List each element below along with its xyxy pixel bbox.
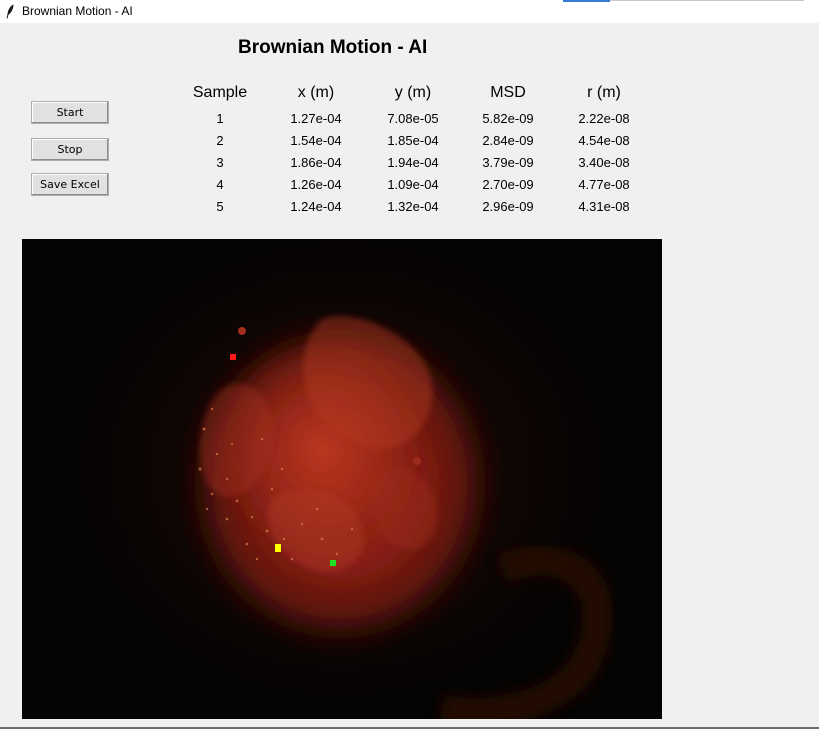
table-cell: 5.82e-09 [482,111,534,126]
microscope-frame [22,239,662,719]
titlebar-accent [563,0,610,2]
table-cell: 7.08e-05 [387,111,439,126]
table-cell: 3.40e-08 [578,155,630,170]
table-cell: 4.31e-08 [578,199,630,214]
table-cell: 1.27e-04 [290,111,342,126]
table-row: 1 1.27e-04 7.08e-05 5.82e-09 2.22e-08 [170,111,650,131]
table-row: 4 1.26e-04 1.09e-04 2.70e-09 4.77e-08 [170,177,650,197]
column-header-x: x (m) [297,84,335,101]
table-row: 2 1.54e-04 1.85e-04 2.84e-09 4.54e-08 [170,133,650,153]
titlebar-divider [610,0,804,1]
column-header-r: r (m) [587,84,621,101]
table-cell: 2 [216,133,224,148]
table-cell: 1.24e-04 [290,199,342,214]
window-title: Brownian Motion - AI [22,4,133,18]
red-particle-marker [230,354,236,360]
table-cell: 4.54e-08 [578,133,630,148]
column-header-sample: Sample [192,84,248,101]
table-cell: 1.94e-04 [387,155,439,170]
table-cell: 2.22e-08 [578,111,630,126]
table-cell: 1.09e-04 [387,177,439,192]
yellow-particle-marker [275,544,281,552]
column-header-msd: MSD [490,84,526,101]
start-button[interactable]: Start [31,101,109,124]
table-cell: 4 [216,177,224,192]
video-feed [22,239,662,719]
table-cell: 1.26e-04 [290,177,342,192]
column-header-y: y (m) [394,84,432,101]
table-cell: 2.70e-09 [482,177,534,192]
table-row: 3 1.86e-04 1.94e-04 3.79e-09 3.40e-08 [170,155,650,175]
table-cell: 1.85e-04 [387,133,439,148]
table-cell: 3 [216,155,224,170]
table-cell: 1.54e-04 [290,133,342,148]
table-header-row: Sample x (m) y (m) MSD r (m) [170,84,650,104]
page-title: Brownian Motion - AI [238,37,428,58]
save-excel-button[interactable]: Save Excel [31,173,109,196]
table-cell: 2.84e-09 [482,133,534,148]
feather-icon [6,4,14,19]
table-cell: 5 [216,199,224,214]
table-cell: 1.86e-04 [290,155,342,170]
table-cell: 1 [216,111,224,126]
table-cell: 3.79e-09 [482,155,534,170]
table-row: 5 1.24e-04 1.32e-04 2.96e-09 4.31e-08 [170,199,650,219]
table-cell: 1.32e-04 [387,199,439,214]
stop-button[interactable]: Stop [31,138,109,161]
window-titlebar: Brownian Motion - AI [0,0,819,23]
table-cell: 2.96e-09 [482,199,534,214]
green-particle-marker [330,560,336,566]
table-cell: 4.77e-08 [578,177,630,192]
